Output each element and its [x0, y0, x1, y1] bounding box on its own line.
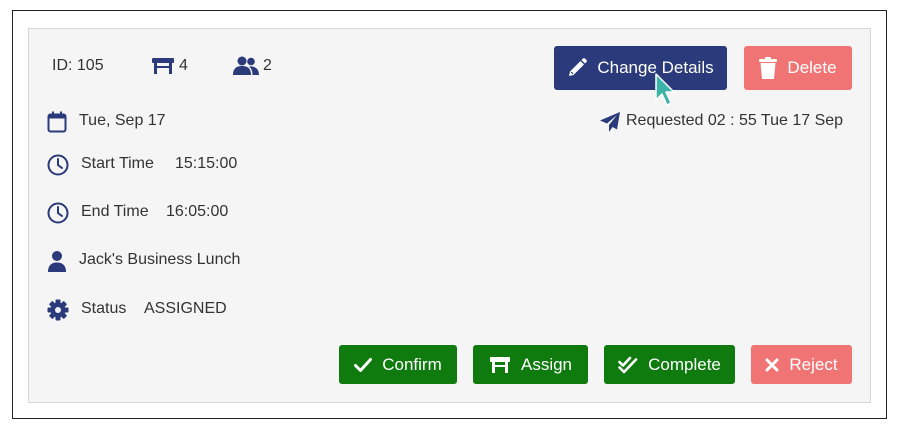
table-icon [489, 356, 511, 374]
table-count: 4 [179, 57, 188, 74]
complete-label: Complete [648, 354, 721, 374]
start-time-value: 15:15:00 [175, 155, 238, 172]
booking-date: Tue, Sep 17 [79, 112, 166, 129]
assign-button[interactable]: Assign [473, 345, 588, 384]
change-details-label: Change Details [597, 58, 714, 77]
end-time-label: End Time [81, 203, 149, 220]
change-details-button[interactable]: Change Details [554, 46, 727, 90]
booking-id: ID: 105 [52, 57, 104, 74]
assign-label: Assign [520, 354, 573, 374]
delete-button[interactable]: Delete [744, 46, 852, 90]
delete-label: Delete [787, 58, 837, 77]
reject-button[interactable]: Reject [751, 345, 852, 384]
booking-card: ID: 105 4 2 Change Details Delete Tue, S… [28, 28, 871, 403]
pencil-icon [567, 58, 588, 78]
status-label: Status [81, 300, 127, 317]
confirm-label: Confirm [382, 354, 442, 374]
table-icon [151, 56, 175, 76]
status-value: ASSIGNED [144, 300, 227, 317]
end-time-value: 16:05:00 [166, 203, 229, 220]
reject-label: Reject [789, 354, 838, 374]
gear-icon [47, 299, 69, 321]
people-count: 2 [263, 57, 272, 74]
x-icon [765, 358, 779, 372]
people-icon [232, 56, 260, 76]
calendar-icon [47, 111, 67, 133]
confirm-button[interactable]: Confirm [339, 345, 457, 384]
requested-text: Requested 02 : 55 Tue 17 Sep [626, 112, 844, 129]
double-check-icon [618, 356, 638, 374]
clock-icon [47, 202, 69, 224]
check-icon [354, 357, 373, 373]
booking-name: Jack's Business Lunch [79, 251, 241, 268]
start-time-label: Start Time [81, 155, 154, 172]
trash-icon [759, 57, 778, 79]
clock-icon [47, 154, 69, 176]
complete-button[interactable]: Complete [604, 345, 735, 384]
user-icon [47, 250, 67, 272]
paper-plane-icon [599, 111, 621, 133]
